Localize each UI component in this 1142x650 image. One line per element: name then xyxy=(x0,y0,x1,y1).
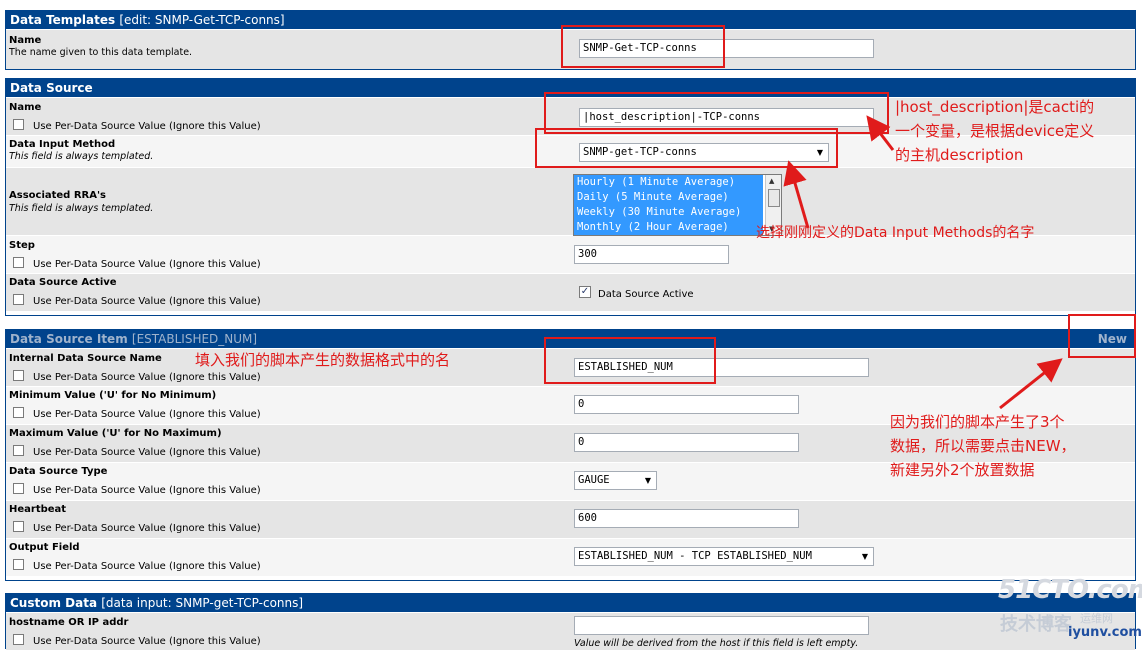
item-min-per-ds-checkbox[interactable] xyxy=(13,407,24,418)
annotation-select-method: 选择刚刚定义的Data Input Methods的名字 xyxy=(756,225,1035,241)
custom-data-panel: Custom Data [data input: SNMP-get-TCP-co… xyxy=(5,593,1136,650)
data-source-item-subtitle: [ESTABLISHED_NUM] xyxy=(131,332,258,346)
item-max-input[interactable]: 0 xyxy=(574,433,799,452)
ds-step-per-ds-label: Use Per-Data Source Value (Ignore this V… xyxy=(33,259,261,270)
annotation-fill-name: 填入我们的脚本产生的数据格式中的名 xyxy=(195,351,451,369)
ds-name-per-ds-checkbox[interactable] xyxy=(13,119,24,130)
rra-option[interactable]: Hourly (1 Minute Average) xyxy=(574,175,763,190)
item-heartbeat-per-ds-label: Use Per-Data Source Value (Ignore this V… xyxy=(33,523,261,534)
item-internal-name-per-ds-checkbox[interactable] xyxy=(13,370,24,381)
ds-active-per-ds-label: Use Per-Data Source Value (Ignore this V… xyxy=(33,296,261,307)
item-heartbeat-row: Heartbeat Use Per-Data Source Value (Ign… xyxy=(6,500,1135,538)
highlight-template-name xyxy=(561,25,725,68)
template-name-label: Name xyxy=(9,35,42,46)
annotation-host-description: |host_description|是cacti的 一个变量，是根据device… xyxy=(895,95,1094,167)
ds-active-row: Data Source Active Use Per-Data Source V… xyxy=(6,273,1135,311)
custom-host-row: hostname OR IP addr Use Per-Data Source … xyxy=(6,612,1135,650)
data-templates-subtitle: [edit: SNMP-Get-TCP-conns] xyxy=(119,13,285,27)
item-internal-name-per-ds-label: Use Per-Data Source Value (Ignore this V… xyxy=(33,372,261,383)
item-max-per-ds-label: Use Per-Data Source Value (Ignore this V… xyxy=(33,447,261,458)
scroll-thumb[interactable] xyxy=(768,189,780,207)
annotation-line: 数据，所以需要点击NEW， xyxy=(890,437,1076,455)
item-min-per-ds-label: Use Per-Data Source Value (Ignore this V… xyxy=(33,409,261,420)
item-type-per-ds-label: Use Per-Data Source Value (Ignore this V… xyxy=(33,485,261,496)
watermark-blog-sub: 运维网 xyxy=(1080,612,1113,625)
annotation-line: 的主机description xyxy=(895,146,1024,164)
custom-host-label: hostname OR IP addr xyxy=(9,617,129,628)
watermark-domain: iyunv.com xyxy=(1068,625,1142,640)
highlight-input-method xyxy=(535,128,838,168)
item-output-per-ds-checkbox[interactable] xyxy=(13,559,24,570)
item-heartbeat-label: Heartbeat xyxy=(9,504,67,515)
item-type-per-ds-checkbox[interactable] xyxy=(13,483,24,494)
ds-step-per-ds-checkbox[interactable] xyxy=(13,257,24,268)
annotation-line: 因为我们的脚本产生了3个 xyxy=(890,413,1065,431)
watermark-blog: 技术博客 xyxy=(1000,614,1072,635)
custom-data-title: Custom Data xyxy=(10,596,98,610)
item-output-value: ESTABLISHED_NUM - TCP ESTABLISHED_NUM xyxy=(578,550,812,562)
ds-rra-desc: This field is always templated. xyxy=(9,203,154,214)
item-type-label: Data Source Type xyxy=(9,466,108,477)
custom-host-help: Value will be derived from the host if t… xyxy=(574,638,859,649)
ds-active-per-ds-checkbox[interactable] xyxy=(13,294,24,305)
data-source-item-title: Data Source Item xyxy=(10,332,128,346)
ds-active-checkbox[interactable]: ✓ xyxy=(579,286,591,298)
ds-input-method-desc: This field is always templated. xyxy=(9,151,154,162)
template-name-desc: The name given to this data template. xyxy=(9,47,193,58)
highlight-new-link xyxy=(1068,314,1136,358)
ds-step-label: Step xyxy=(9,240,35,251)
watermark-site: 51CTO.com xyxy=(998,575,1142,605)
item-min-label: Minimum Value ('U' for No Minimum) xyxy=(9,390,217,401)
custom-host-per-ds-checkbox[interactable] xyxy=(13,634,24,645)
rra-listbox[interactable]: Hourly (1 Minute Average) Daily (5 Minut… xyxy=(573,174,782,236)
chevron-down-icon: ▼ xyxy=(644,476,651,485)
item-max-per-ds-checkbox[interactable] xyxy=(13,445,24,456)
item-type-select[interactable]: GAUGE ▼ xyxy=(574,471,657,490)
scroll-up-icon[interactable]: ▲ xyxy=(769,177,774,185)
ds-active-label: Data Source Active xyxy=(9,277,117,288)
item-type-value: GAUGE xyxy=(578,474,610,486)
custom-data-subtitle: [data input: SNMP-get-TCP-conns] xyxy=(101,596,304,610)
custom-host-input[interactable] xyxy=(574,616,869,635)
rra-option[interactable]: Weekly (30 Minute Average) xyxy=(574,205,763,220)
ds-name-label: Name xyxy=(9,102,42,113)
item-max-label: Maximum Value ('U' for No Maximum) xyxy=(9,428,222,439)
item-output-label: Output Field xyxy=(9,542,80,553)
ds-rra-label: Associated RRA's xyxy=(9,190,106,201)
annotation-new-explanation: 因为我们的脚本产生了3个 数据，所以需要点击NEW， 新建另外2个放置数据 xyxy=(890,410,1076,482)
annotation-line: 一个变量，是根据device定义 xyxy=(895,122,1095,140)
annotation-line: |host_description|是cacti的 xyxy=(895,98,1095,116)
item-heartbeat-per-ds-checkbox[interactable] xyxy=(13,521,24,532)
custom-data-header: Custom Data [data input: SNMP-get-TCP-co… xyxy=(6,594,1135,612)
ds-active-checkbox-label: Data Source Active xyxy=(598,289,694,300)
rra-option[interactable]: Daily (5 Minute Average) xyxy=(574,190,763,205)
item-internal-name-label: Internal Data Source Name xyxy=(9,353,162,364)
data-templates-title: Data Templates xyxy=(10,13,116,27)
ds-name-per-ds-label: Use Per-Data Source Value (Ignore this V… xyxy=(33,121,261,132)
rra-option[interactable]: Monthly (2 Hour Average) xyxy=(574,220,763,235)
highlight-internal-name xyxy=(544,337,716,384)
ds-input-method-label: Data Input Method xyxy=(9,139,116,150)
item-output-row: Output Field Use Per-Data Source Value (… xyxy=(6,538,1135,576)
annotation-line: 新建另外2个放置数据 xyxy=(890,461,1035,479)
item-output-per-ds-label: Use Per-Data Source Value (Ignore this V… xyxy=(33,561,261,572)
ds-step-input[interactable]: 300 xyxy=(574,245,729,264)
item-min-input[interactable]: 0 xyxy=(574,395,799,414)
custom-host-per-ds-label: Use Per-Data Source Value (Ignore this V… xyxy=(33,636,261,647)
item-output-select[interactable]: ESTABLISHED_NUM - TCP ESTABLISHED_NUM ▼ xyxy=(574,547,874,566)
item-heartbeat-input[interactable]: 600 xyxy=(574,509,799,528)
chevron-down-icon: ▼ xyxy=(861,552,868,561)
